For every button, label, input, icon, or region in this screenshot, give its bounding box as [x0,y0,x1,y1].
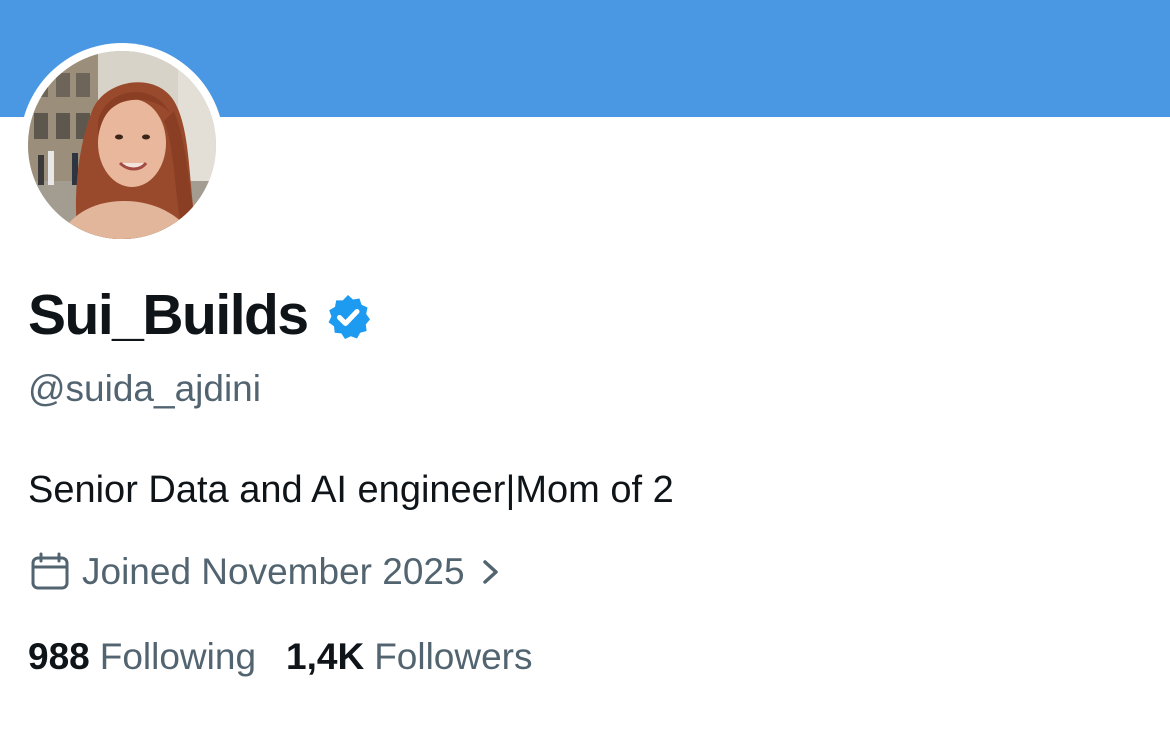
followers-count: 1,4K [286,636,365,677]
calendar-icon [28,550,72,594]
following-count: 988 [28,636,90,677]
following-link[interactable]: 988 Following [28,633,256,681]
display-name: Sui_Builds [28,283,309,347]
profile-bio: Senior Data and AI engineer|Mom of 2 [28,469,674,511]
following-label: Following [99,636,257,677]
joined-row[interactable]: Joined November 2025 [28,547,503,597]
avatar[interactable] [28,51,216,239]
followers-label: Followers [374,636,533,677]
joined-date: Joined November 2025 [82,551,465,592]
followers-link[interactable]: 1,4K Followers [286,633,532,681]
profile-handle: @suida_ajdini [28,368,261,409]
chevron-right-icon[interactable] [465,556,503,588]
display-name-row: Sui_Builds [28,280,372,350]
profile-page: Sui_Builds @suida_ajdini Senior Data and… [0,0,1170,735]
avatar-photo [28,51,216,239]
follow-stats: 988 Following 1,4K Followers [28,632,533,682]
verified-badge-icon[interactable] [324,293,372,341]
